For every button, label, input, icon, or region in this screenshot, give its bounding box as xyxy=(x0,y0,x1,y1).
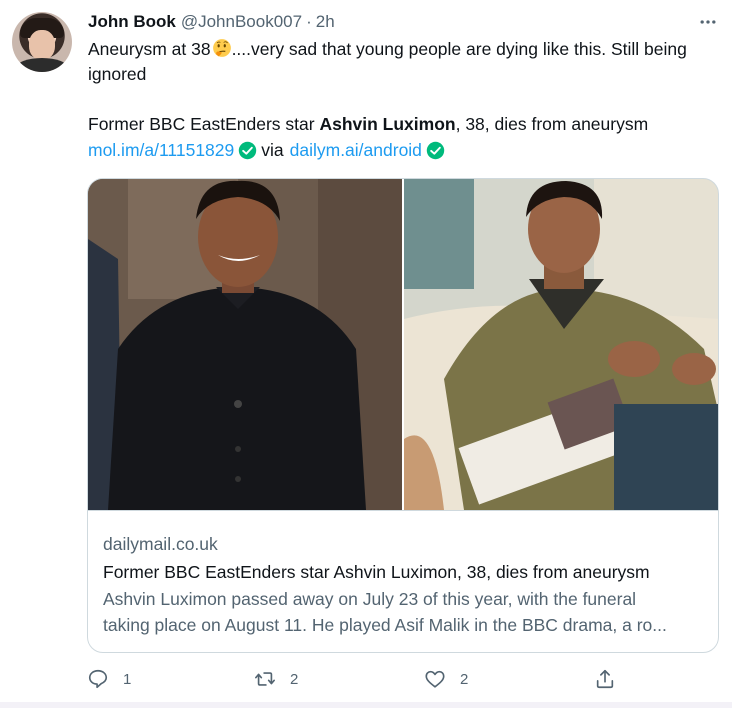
dailym-link[interactable]: dailym.ai/android xyxy=(290,138,422,163)
link-preview-card[interactable]: dailymail.co.uk Former BBC EastEnders st… xyxy=(87,178,719,653)
thinking-face-emoji xyxy=(212,39,231,57)
heart-icon xyxy=(425,670,445,688)
headline-suffix: , 38, dies from aneurysm xyxy=(455,114,649,134)
verified-check-icon xyxy=(239,141,257,160)
tweet-text-start: Aneurysm at 38 xyxy=(88,39,211,59)
card-title: Former BBC EastEnders star Ashvin Luximo… xyxy=(103,562,650,582)
tweet-text-line1: Aneurysm at 38 ....very sad that young p… xyxy=(88,37,708,87)
like-count: 2 xyxy=(460,670,469,688)
header-separator: · xyxy=(306,12,312,31)
reply-count: 1 xyxy=(123,670,132,688)
card-image-border xyxy=(88,510,718,511)
bottom-strip xyxy=(0,702,732,708)
portrait-illustration-right xyxy=(404,179,718,510)
retweet-icon xyxy=(255,672,275,686)
verified-check-icon xyxy=(426,141,445,160)
card-image-left xyxy=(88,179,402,510)
share-icon xyxy=(596,669,614,689)
tweet-header: John Book @JohnBook007 · 2h xyxy=(88,11,335,33)
like-button[interactable]: 2 xyxy=(424,664,468,694)
card-description-line2: taking place on August 11. He played Asi… xyxy=(103,615,667,635)
reply-icon xyxy=(88,669,108,689)
card-description-line1: Ashvin Luximon passed away on July 23 of… xyxy=(103,589,637,609)
via-text: via xyxy=(261,140,284,160)
card-domain: dailymail.co.uk xyxy=(103,534,218,554)
retweet-count: 2 xyxy=(290,670,299,688)
more-options-button[interactable] xyxy=(694,10,722,34)
share-button[interactable] xyxy=(594,664,616,694)
headline-bold-name: Ashvin Luximon xyxy=(319,114,456,134)
more-horizontal-icon xyxy=(700,20,716,24)
tweet[interactable]: John Book @JohnBook007 · 2h Aneurysm at … xyxy=(0,0,732,708)
tweet-links-line: mol.im/a/11151829 via dailym.ai/android xyxy=(88,138,449,163)
mol-link[interactable]: mol.im/a/11151829 xyxy=(88,138,234,163)
author-name[interactable]: John Book xyxy=(88,12,176,32)
portrait-illustration-left xyxy=(88,179,402,510)
retweet-button[interactable]: 2 xyxy=(254,664,298,694)
headline-prefix: Former BBC EastEnders star xyxy=(88,114,320,134)
tweet-actions: 1 2 2 xyxy=(0,664,732,694)
tweet-time[interactable]: 2h xyxy=(316,12,335,32)
avatar[interactable] xyxy=(12,12,72,72)
avatar-face xyxy=(29,30,55,60)
card-description: Ashvin Luximon passed away on July 23 of… xyxy=(103,586,707,638)
card-image-right xyxy=(404,179,718,510)
avatar-shirt xyxy=(16,58,68,72)
author-handle[interactable]: @JohnBook007 xyxy=(181,12,302,32)
reply-button[interactable]: 1 xyxy=(87,664,131,694)
tweet-text-line2: Former BBC EastEnders star Ashvin Luximo… xyxy=(88,112,648,137)
